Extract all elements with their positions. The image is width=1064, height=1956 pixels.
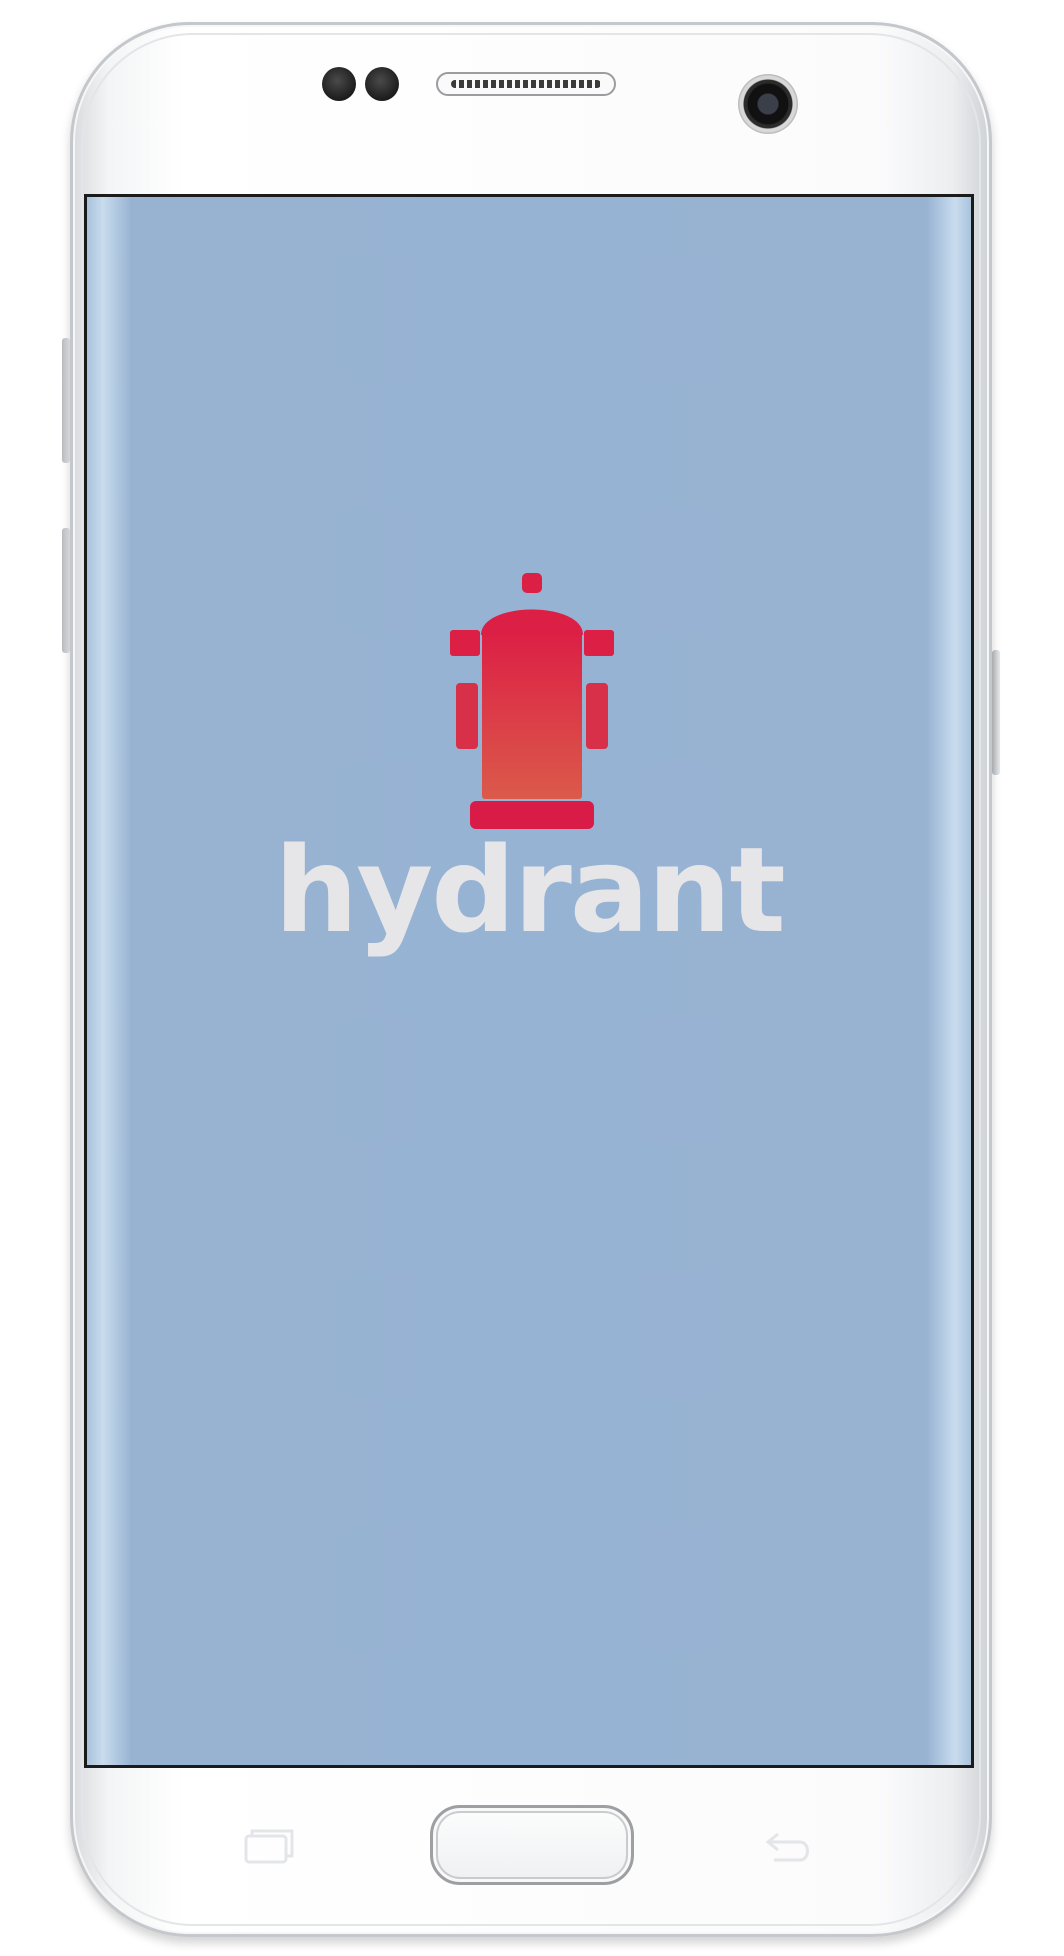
app-display[interactable]: hydrant xyxy=(87,197,971,1765)
fire-hydrant-icon xyxy=(450,573,614,829)
volume-up-button[interactable] xyxy=(62,338,70,463)
power-button[interactable] xyxy=(992,650,1000,775)
earpiece-speaker xyxy=(436,72,616,96)
phone-screen: hydrant xyxy=(84,194,974,1768)
back-icon[interactable] xyxy=(762,1826,816,1866)
speaker-grill xyxy=(451,80,601,88)
home-button[interactable] xyxy=(430,1805,634,1885)
light-sensor xyxy=(365,67,399,101)
mockup-stage: hydrant xyxy=(0,0,1064,1956)
proximity-sensor xyxy=(322,67,356,101)
app-wordmark: hydrant xyxy=(274,821,786,959)
volume-down-button[interactable] xyxy=(62,528,70,653)
recent-apps-icon[interactable] xyxy=(242,1826,296,1866)
front-camera xyxy=(738,74,798,134)
splash-screen: hydrant xyxy=(87,197,971,1765)
